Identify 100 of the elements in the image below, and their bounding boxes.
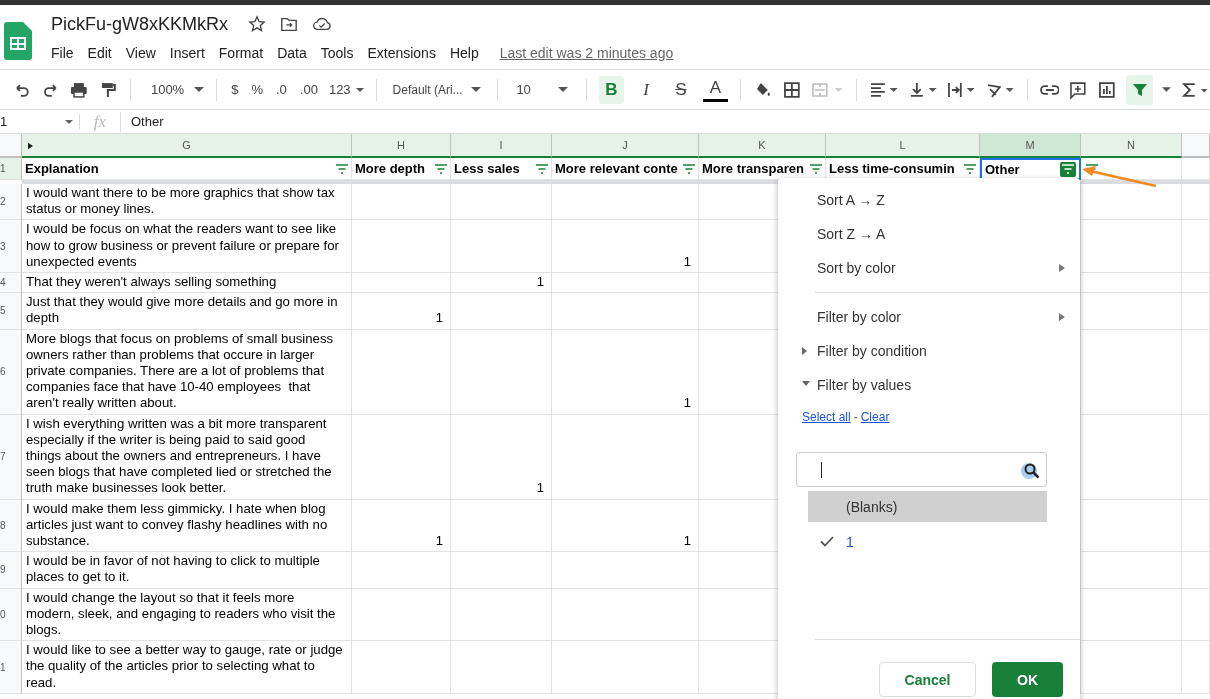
percent-button[interactable]: % <box>249 82 265 97</box>
column-letter: J <box>622 139 628 151</box>
chart-icon[interactable] <box>1097 79 1117 100</box>
row-number[interactable]: 0 <box>0 588 22 642</box>
row-number[interactable]: 2 <box>0 184 22 221</box>
row-number[interactable]: 7 <box>0 414 22 500</box>
table-cell: 1 <box>352 293 451 330</box>
zoom-dropdown[interactable]: 100% <box>142 82 205 97</box>
funnel-icon <box>1131 81 1148 98</box>
column-header[interactable]: M <box>980 134 1081 158</box>
bold-button[interactable]: B <box>598 75 625 104</box>
filter-button[interactable] <box>1125 74 1154 105</box>
number-format-dropdown[interactable]: 123 <box>328 82 364 97</box>
column-header[interactable]: K <box>699 134 826 158</box>
filter-icon[interactable] <box>536 163 548 174</box>
menu-item[interactable]: View <box>118 43 163 63</box>
row-number[interactable]: 1 <box>0 158 22 180</box>
comment-icon[interactable] <box>1068 79 1089 100</box>
text-cursor <box>821 461 822 478</box>
row-number[interactable]: 6 <box>0 329 22 415</box>
menu-item[interactable]: Data <box>270 43 314 63</box>
filter-value-label: 1 <box>846 533 854 550</box>
caret-icon[interactable] <box>1162 87 1172 92</box>
decrease-decimals-button[interactable]: .0 <box>274 82 289 97</box>
row-number[interactable]: 3 <box>0 220 22 273</box>
cloud-icon[interactable] <box>312 15 333 33</box>
row-number[interactable]: 8 <box>0 499 22 553</box>
column-letter: I <box>499 139 503 151</box>
table-cell: I would like to see a better way to gauge, rate or judge the quality of the articles prior to selecting what to read. <box>22 641 352 694</box>
filter-value-item[interactable]: 1 <box>808 526 1047 557</box>
formula-field[interactable]: Other <box>121 114 164 129</box>
filter-value-label: (Blanks) <box>846 498 898 515</box>
sheets-logo-icon[interactable] <box>4 22 32 60</box>
menu-item[interactable]: Insert <box>162 43 212 63</box>
menu-item[interactable]: Filter by values <box>778 368 1080 402</box>
column-header[interactable]: L <box>826 134 980 158</box>
table-cell <box>1182 552 1210 589</box>
expand-columns-icon[interactable] <box>28 142 33 150</box>
filter-icon[interactable] <box>810 163 822 174</box>
select-all-link[interactable]: Select all <box>802 410 851 432</box>
column-header[interactable]: N <box>1081 134 1182 158</box>
column-header[interactable]: J <box>552 134 699 158</box>
table-cell <box>1182 220 1210 273</box>
collapsed-icon <box>802 347 807 355</box>
increase-decimals-button[interactable]: .00 <box>297 82 320 97</box>
filter-icon[interactable] <box>435 163 447 174</box>
menu-item[interactable]: Help <box>442 43 486 63</box>
column-header[interactable]: G <box>22 134 352 158</box>
table-cell: More blogs that focus on problems of small business owners rather than problems that occure in larger private companies. There are a lot of problems that companies face that have 10-40 employees that aren't really written about. <box>22 329 352 415</box>
filter-icon[interactable] <box>683 163 695 174</box>
row-number[interactable]: 5 <box>0 293 22 330</box>
column-title: More transparen <box>702 161 804 176</box>
menu-item[interactable]: File <box>51 43 81 63</box>
table-cell: I would be focus on what the readers want to see like how to grow business or prevent failure or prepare for unexpected events <box>22 220 352 273</box>
column-header[interactable]: H <box>352 134 451 158</box>
filter-icon[interactable] <box>336 163 348 174</box>
clear-link[interactable]: Clear <box>860 410 890 432</box>
column-header[interactable]: I <box>451 134 552 158</box>
menu-item[interactable]: Filter by color <box>778 300 1080 334</box>
submenu-icon <box>1059 313 1065 321</box>
search-field[interactable] <box>796 452 1047 487</box>
table-cell <box>1182 499 1210 553</box>
name-box[interactable]: 1 <box>0 114 80 129</box>
cancel-button[interactable]: Cancel <box>879 662 976 697</box>
expanded-icon <box>802 381 810 386</box>
menu-item[interactable]: Sort by color <box>778 251 1080 285</box>
font-size-dropdown[interactable]: 10 <box>510 82 574 97</box>
caret-icon <box>557 87 568 92</box>
row-number[interactable]: 4 <box>0 273 22 294</box>
ok-button[interactable]: OK <box>992 662 1063 697</box>
menu-item[interactable]: Filter by condition <box>778 334 1080 368</box>
font-dropdown[interactable]: Default (Ari... <box>388 82 486 97</box>
filter-button[interactable] <box>1060 161 1076 177</box>
row-number[interactable]: 1 <box>0 641 22 694</box>
menu-item-label: Filter by values <box>817 377 912 393</box>
menu-item[interactable]: Sort A → Z <box>778 183 1080 217</box>
text-color-button[interactable]: A <box>702 77 729 102</box>
menu-item[interactable]: Tools <box>313 43 361 63</box>
strikethrough-button[interactable]: S <box>668 75 694 104</box>
filter-value-item[interactable]: (Blanks) <box>808 491 1047 522</box>
table-cell <box>1182 641 1210 694</box>
caret-icon <box>471 87 482 92</box>
menu-item[interactable]: Extensions <box>360 43 443 63</box>
folder-icon[interactable] <box>280 15 299 33</box>
last-edit-link[interactable]: Last edit was 2 minutes ago <box>499 45 674 61</box>
menu-item[interactable]: Edit <box>80 43 119 63</box>
menu-item[interactable]: Sort Z → A <box>778 217 1080 251</box>
caret-icon <box>194 87 205 92</box>
document-title[interactable]: PickFu-gW8xKKMkRx <box>51 13 229 35</box>
currency-button[interactable]: $ <box>229 82 241 97</box>
table-cell: 1 <box>451 414 552 500</box>
filter-icon[interactable] <box>964 163 976 174</box>
row-number[interactable]: 9 <box>0 552 22 589</box>
column-letter: L <box>899 139 906 151</box>
borders-icon[interactable] <box>782 79 802 100</box>
menu-item[interactable]: Format <box>211 43 271 63</box>
table-cell: 1 <box>552 220 699 273</box>
star-icon[interactable] <box>248 15 267 33</box>
table-cell: I would change the layout so that it feels more modern, sleek, and engaging to readers who visit the blogs. <box>22 588 352 642</box>
italic-button[interactable]: I <box>633 75 659 104</box>
